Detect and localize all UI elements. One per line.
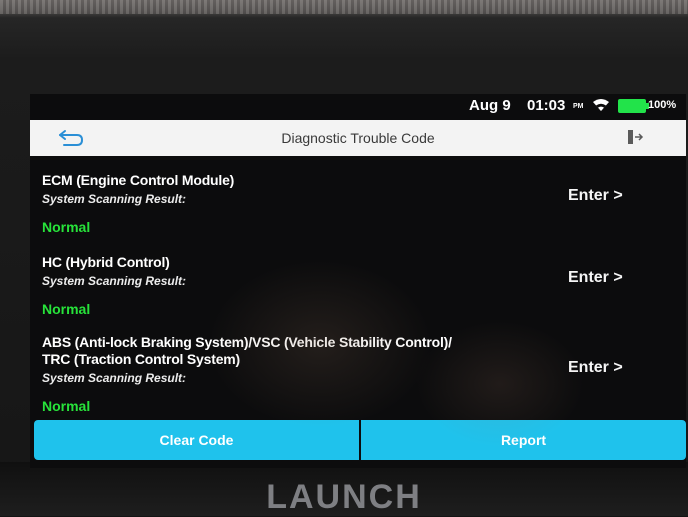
page-title: Diagnostic Trouble Code — [281, 130, 435, 146]
system-name: HC (Hybrid Control) — [42, 254, 170, 270]
system-scan-caption: System Scanning Result: — [42, 274, 187, 288]
system-scan-caption: System Scanning Result: — [42, 192, 187, 206]
action-bar: Clear Code Report — [34, 420, 686, 460]
battery-full-icon — [618, 99, 649, 113]
battery-percent: 100% — [648, 99, 677, 111]
system-name-continued: TRC (Traction Control System) — [42, 351, 240, 367]
device-bezel: LAUNCH Aug 9 01:03 PM 100% Diagnostic Tr… — [0, 0, 688, 516]
enter-button-hc[interactable]: Enter > — [568, 269, 623, 287]
system-status: Normal — [42, 219, 91, 235]
enter-button-ecm[interactable]: Enter > — [568, 187, 623, 205]
system-scan-caption: System Scanning Result: — [42, 371, 187, 385]
report-button[interactable]: Report — [361, 420, 686, 460]
clear-code-button[interactable]: Clear Code — [34, 420, 359, 460]
status-bar: Aug 9 01:03 PM 100% — [30, 94, 686, 116]
status-time: 01:03 — [527, 97, 566, 114]
bezel-grip — [0, 0, 688, 14]
enter-button-abs[interactable]: Enter > — [568, 359, 623, 377]
system-name: ABS (Anti-lock Braking System)/VSC (Vehi… — [42, 334, 452, 350]
exit-icon[interactable] — [626, 129, 644, 145]
wifi-icon — [593, 99, 609, 111]
system-status: Normal — [42, 301, 91, 317]
device-screen: Aug 9 01:03 PM 100% Diagnostic Trouble C… — [30, 94, 686, 468]
title-bar: Diagnostic Trouble Code — [30, 120, 686, 156]
brand-logo: LAUNCH — [266, 478, 422, 516]
status-ampm: PM — [573, 103, 584, 110]
system-status: Normal — [42, 398, 91, 414]
system-name: ECM (Engine Control Module) — [42, 172, 235, 188]
status-date: Aug 9 — [469, 97, 511, 114]
